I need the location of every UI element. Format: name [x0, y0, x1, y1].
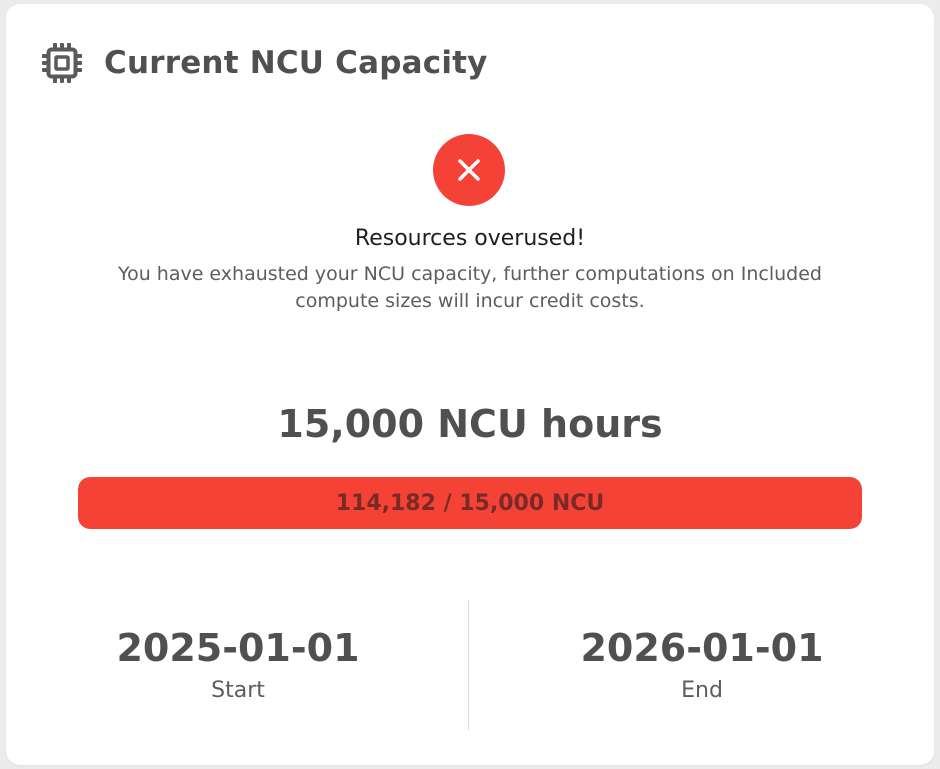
capacity-headline: 15,000 NCU hours: [277, 402, 663, 446]
start-label: Start: [211, 678, 265, 703]
card-title: Current NCU Capacity: [104, 45, 488, 81]
start-date: 2025-01-01: [116, 626, 360, 670]
end-label: End: [681, 678, 723, 703]
status-message: You have exhausted your NCU capacity, fu…: [117, 263, 822, 312]
period-start: 2025-01-01 Start: [6, 622, 470, 703]
usage-progress-bar: 114,182 / 15,000 NCU: [78, 477, 862, 529]
period-end: 2026-01-01 End: [470, 622, 934, 703]
status-title: Resources overused!: [354, 226, 586, 251]
chip-icon: [40, 41, 84, 85]
close-icon: [458, 159, 480, 181]
end-date: 2026-01-01: [580, 626, 824, 670]
ncu-capacity-card: Current NCU Capacity Resources overused!…: [6, 4, 934, 765]
error-status-icon: [433, 134, 505, 206]
card-header: Current NCU Capacity: [40, 40, 488, 86]
usage-progress-label: 114,182 / 15,000 NCU: [335, 490, 605, 516]
